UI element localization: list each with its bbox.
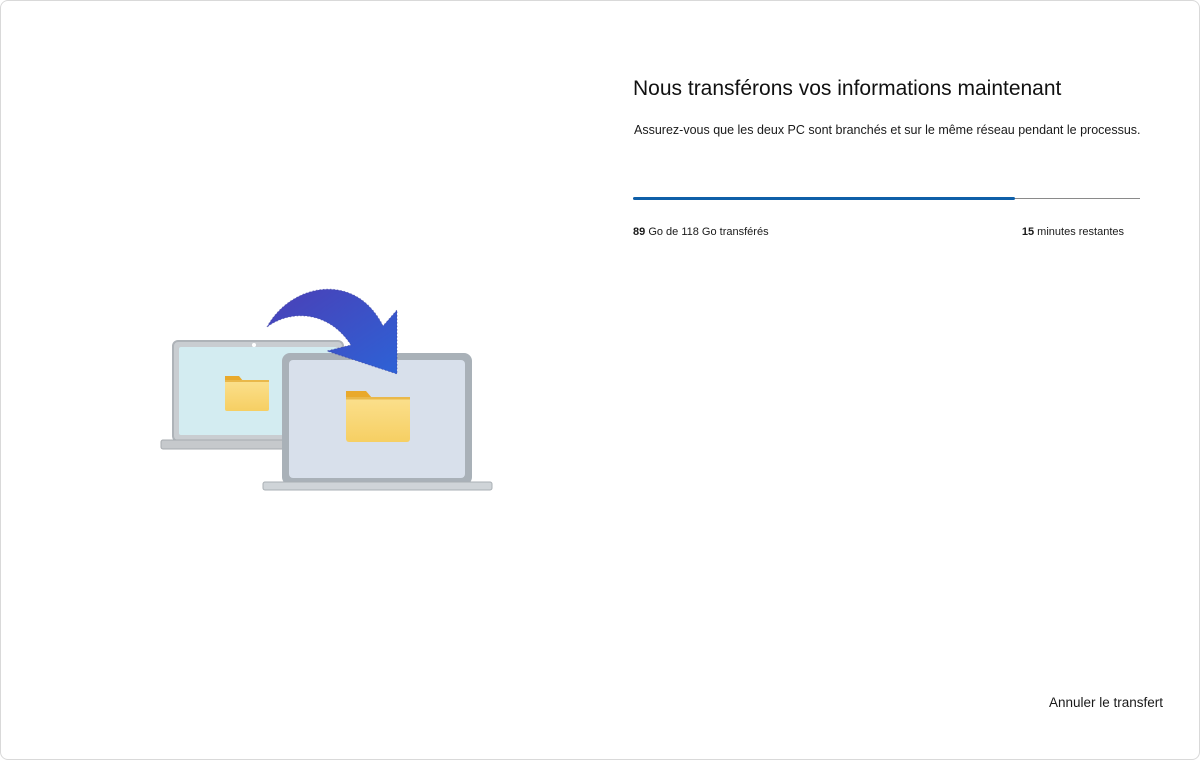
page-subtitle: Assurez-vous que les deux PC sont branch… — [634, 123, 1141, 137]
progress-bar-fill — [633, 197, 1015, 200]
pc-transfer-illustration — [160, 288, 493, 491]
target-laptop-icon — [262, 353, 493, 491]
migration-window: Nous transférons vos informations mainte… — [0, 0, 1200, 760]
source-folder-icon — [225, 376, 269, 411]
page-title: Nous transférons vos informations mainte… — [633, 77, 1062, 100]
transferred-amount: 89 — [633, 226, 646, 238]
cancel-transfer-button[interactable]: Annuler le transfert — [1049, 695, 1163, 710]
time-remaining-status: 15 minutes restantes — [1022, 226, 1124, 238]
transferred-label: Go de 118 Go transférés — [648, 226, 769, 238]
transferred-status: 89 Go de 118 Go transférés — [633, 226, 769, 238]
remaining-amount: 15 — [1021, 226, 1035, 238]
target-folder-icon — [346, 391, 410, 442]
remaining-label: minutes restantes — [1037, 226, 1124, 238]
